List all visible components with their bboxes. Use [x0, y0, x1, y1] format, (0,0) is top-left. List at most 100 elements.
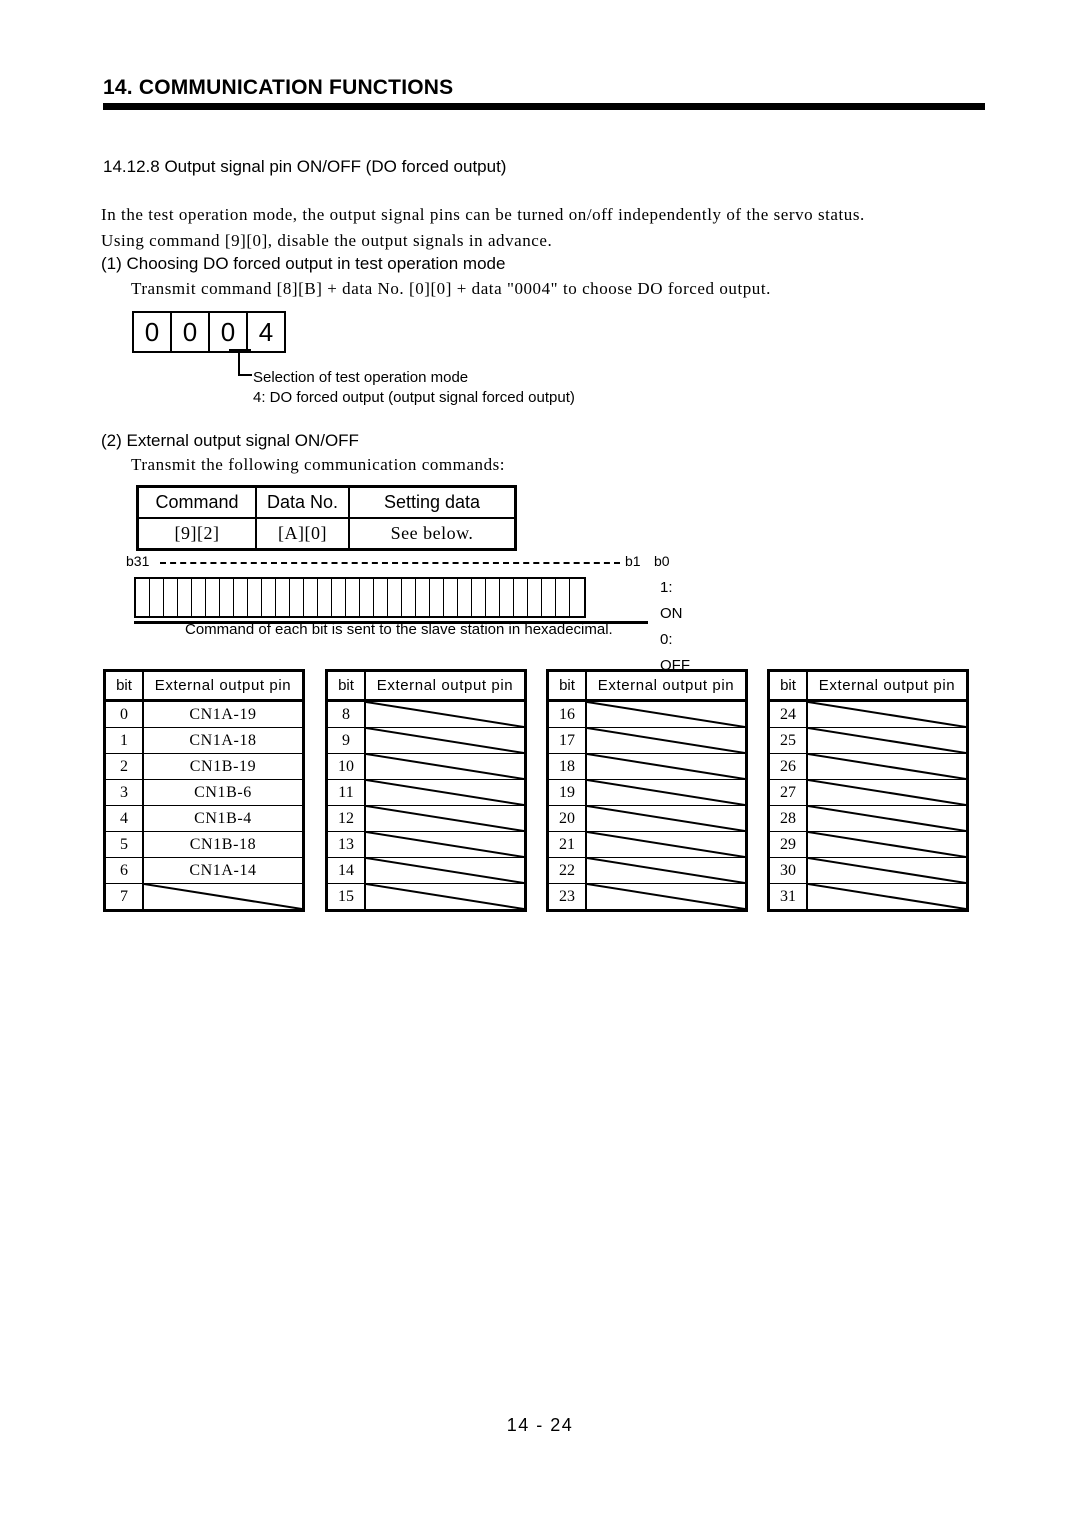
chapter-title: 14. COMMUNICATION FUNCTIONS — [103, 76, 454, 99]
bit-number-cell: 29 — [768, 831, 808, 858]
external-output-pin-cell: CN1A-19 — [142, 700, 304, 728]
table-row: 4 CN1B-4 — [104, 805, 304, 832]
external-output-pin-cell: CN1B-18 — [142, 831, 304, 858]
bit-pin-table-3: bit External output pin 24 25 26 27 28 29 30 31 — [767, 669, 969, 912]
empty-cell-strikethrough-icon — [808, 780, 966, 805]
bit-strip-dashed-line — [160, 562, 620, 564]
digit-cell-2: 0 — [210, 313, 248, 351]
bit-number-cell: 20 — [547, 805, 587, 832]
leader-tick — [229, 349, 251, 351]
table-row: 1 CN1A-18 — [104, 727, 304, 754]
leader-vertical — [238, 349, 240, 376]
section-heading: 14.12.8 Output signal pin ON/OFF (DO for… — [103, 157, 507, 176]
leader-line — [229, 349, 253, 377]
external-output-pin-cell — [806, 883, 968, 911]
bit-pin-table-header-row: bit External output pin — [326, 670, 526, 702]
legend-on: 1: ON — [660, 579, 683, 622]
bit-number-cell: 11 — [326, 779, 366, 806]
bit-strip-legend: 1: ON 0: OFF — [660, 575, 690, 679]
command-table-value-command: [9][2] — [136, 517, 257, 551]
table-row: 24 — [768, 700, 968, 728]
external-output-pin-cell — [364, 883, 526, 911]
bit-strip-cell — [542, 579, 556, 616]
empty-cell-strikethrough-icon — [808, 728, 966, 753]
bit-number-cell: 3 — [104, 779, 144, 806]
table-row: 30 — [768, 857, 968, 884]
hexadecimal-note: Command of each bit is sent to the slave… — [185, 621, 613, 638]
bit-pin-table-header-row: bit External output pin — [104, 670, 304, 702]
table-row: 12 — [326, 805, 526, 832]
empty-cell-strikethrough-icon — [808, 858, 966, 883]
external-output-pin-cell: CN1A-14 — [142, 857, 304, 884]
empty-cell-strikethrough-icon — [587, 754, 745, 779]
item-1-label: (1) Choosing DO forced output in test op… — [101, 254, 506, 273]
bit-number-cell: 18 — [547, 753, 587, 780]
leader-horizontal — [238, 374, 252, 376]
empty-cell-strikethrough-icon — [366, 858, 524, 883]
bit-strip-cell — [570, 579, 584, 616]
bit-strip-cell — [262, 579, 276, 616]
empty-cell-strikethrough-icon — [808, 806, 966, 831]
bit-strip-cell — [402, 579, 416, 616]
bit-number-cell: 9 — [326, 727, 366, 754]
digit-cell-1: 0 — [172, 313, 210, 351]
table-row: 21 — [547, 831, 747, 858]
table-row: 8 — [326, 700, 526, 728]
bit-strip-cell — [528, 579, 542, 616]
bit-strip-cell — [472, 579, 486, 616]
bit-number-cell: 26 — [768, 753, 808, 780]
table-row: 17 — [547, 727, 747, 754]
bit-strip-cells — [134, 577, 586, 618]
external-output-pin-cell — [585, 857, 747, 884]
bit-pin-header-bit: bit — [104, 670, 144, 702]
chapter-header: 14. COMMUNICATION FUNCTIONS — [103, 76, 985, 110]
bit-number-cell: 16 — [547, 700, 587, 728]
leader-annotation: Selection of test operation mode 4: DO f… — [253, 368, 575, 408]
leader-annotation-line2: 4: DO forced output (output signal force… — [253, 389, 575, 406]
empty-cell-strikethrough-icon — [587, 832, 745, 857]
table-row: 9 — [326, 727, 526, 754]
document-page: 14. COMMUNICATION FUNCTIONS 14.12.8 Outp… — [0, 0, 1080, 1528]
bit-strip-cell — [556, 579, 570, 616]
bit-number-cell: 27 — [768, 779, 808, 806]
bit-number-cell: 1 — [104, 727, 144, 754]
bit-strip-cell — [458, 579, 472, 616]
bit-pin-header-external-output-pin: External output pin — [364, 670, 526, 702]
empty-cell-strikethrough-icon — [808, 702, 966, 727]
empty-cell-strikethrough-icon — [366, 806, 524, 831]
table-row: 29 — [768, 831, 968, 858]
bit-number-cell: 5 — [104, 831, 144, 858]
bit-strip-cell — [332, 579, 346, 616]
bit-strip-cell — [234, 579, 248, 616]
external-output-pin-cell — [806, 753, 968, 780]
bit-pin-header-external-output-pin: External output pin — [585, 670, 747, 702]
table-row: 20 — [547, 805, 747, 832]
bit-number-cell: 12 — [326, 805, 366, 832]
bit-strip-cell — [486, 579, 500, 616]
empty-cell-strikethrough-icon — [587, 780, 745, 805]
bit-strip-cell — [444, 579, 458, 616]
empty-cell-strikethrough-icon — [366, 884, 524, 909]
command-table-header-setting-data: Setting data — [348, 485, 517, 519]
empty-cell-strikethrough-icon — [808, 832, 966, 857]
empty-cell-strikethrough-icon — [366, 832, 524, 857]
bit-strip-label-b0: b0 — [654, 553, 670, 569]
command-table-value-row: [9][2] [A][0] See below. — [136, 517, 517, 551]
bit-strip-cell — [360, 579, 374, 616]
setting-data-digit-boxes: 0 0 0 4 — [132, 311, 286, 353]
bit-strip-cell — [318, 579, 332, 616]
external-output-pin-cell — [585, 753, 747, 780]
external-output-pin-cell — [806, 700, 968, 728]
bit-number-cell: 23 — [547, 883, 587, 911]
command-table-value-setting-data: See below. — [348, 517, 517, 551]
table-row: 31 — [768, 883, 968, 911]
bit-strip-label-b31: b31 — [126, 553, 150, 569]
bit-number-cell: 0 — [104, 700, 144, 728]
bit-number-cell: 6 — [104, 857, 144, 884]
page-number: 14 - 24 — [506, 1415, 574, 1435]
bit-strip-cell — [150, 579, 164, 616]
table-row: 22 — [547, 857, 747, 884]
table-row: 16 — [547, 700, 747, 728]
bit-number-cell: 25 — [768, 727, 808, 754]
external-output-pin-cell: CN1A-18 — [142, 727, 304, 754]
